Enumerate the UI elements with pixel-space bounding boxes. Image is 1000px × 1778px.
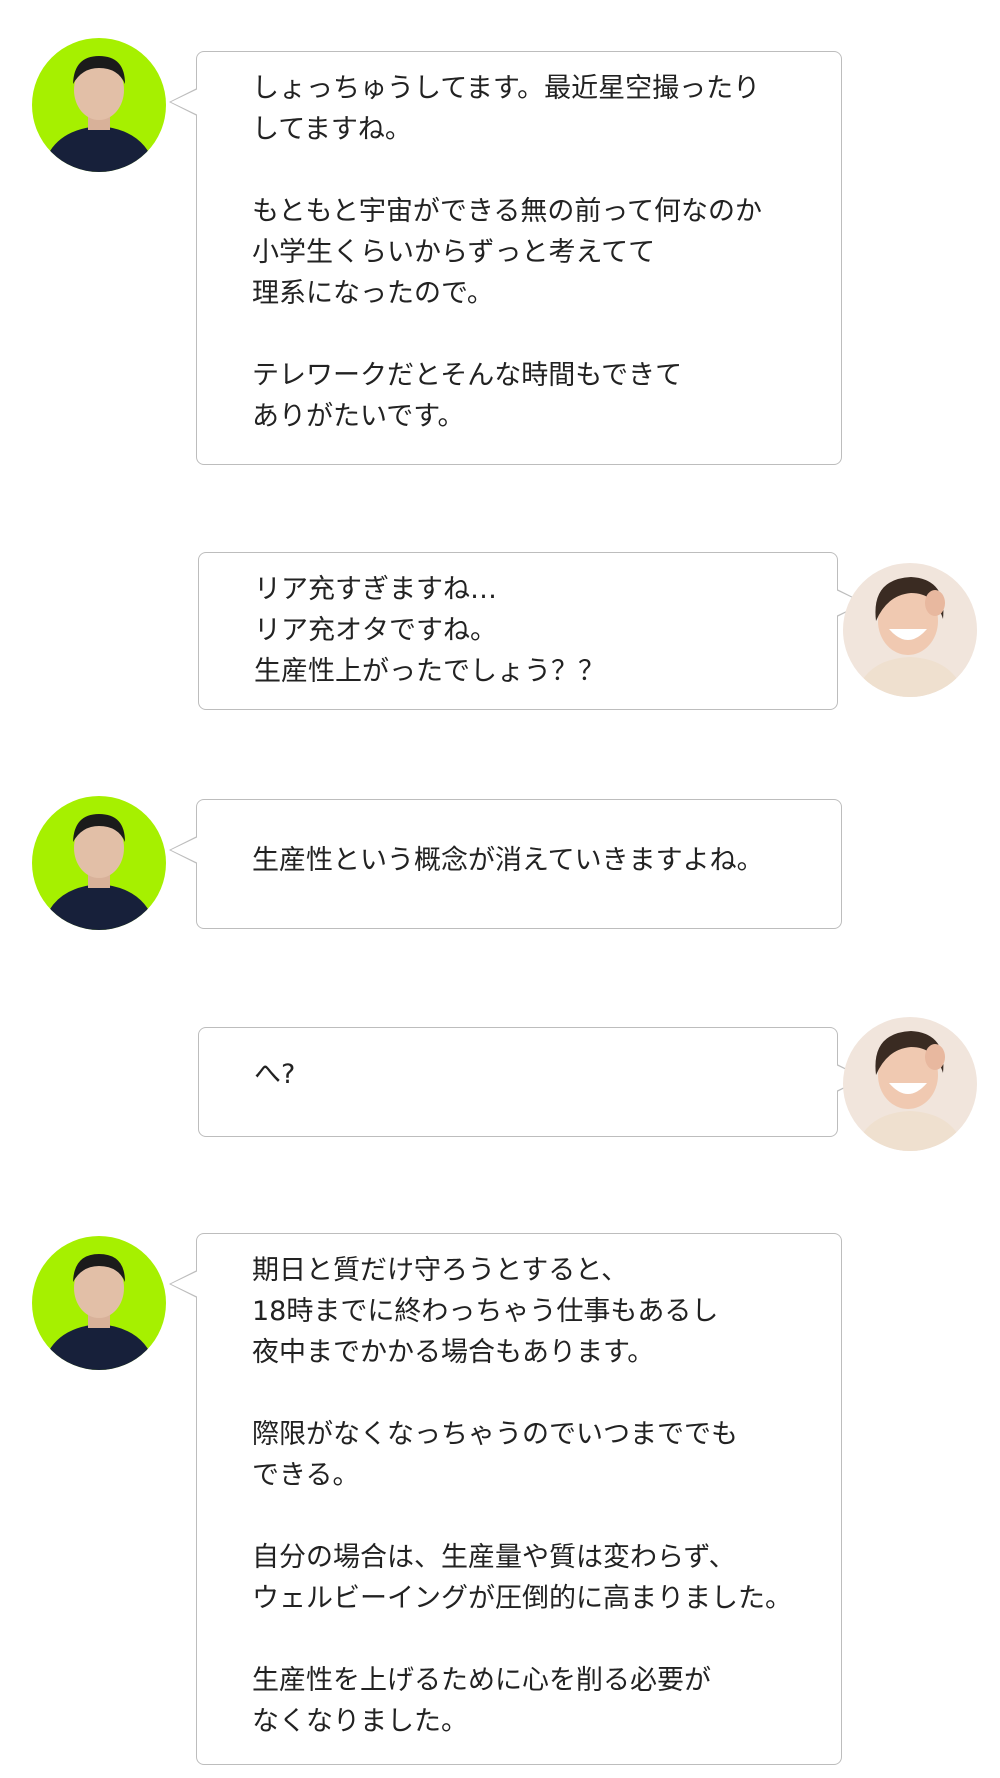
message-bubble-5: 期日と質だけ守ろうとすると、 18時までに終わっちゃう仕事もあるし 夜中までかか… — [169, 1233, 842, 1765]
message-bubble-1: しょっちゅうしてます。最近星空撮ったり してますね。 もともと宇宙ができる無の前… — [169, 51, 842, 465]
message-text: しょっちゅうしてます。最近星空撮ったり してますね。 もともと宇宙ができる無の前… — [252, 73, 763, 432]
message-bubble-4: へ? — [198, 1027, 865, 1137]
man-avatar-icon — [32, 1236, 166, 1370]
male-avatar — [32, 796, 166, 930]
message-bubble-3: 生産性という概念が消えていきますよね。 — [169, 799, 842, 929]
female-avatar — [843, 563, 977, 697]
woman-avatar-icon — [843, 563, 977, 697]
male-avatar — [32, 1236, 166, 1370]
message-text: 生産性という概念が消えていきますよね。 — [252, 845, 764, 876]
message-text: 期日と質だけ守ろうとすると、 18時までに終わっちゃう仕事もあるし 夜中までかか… — [252, 1255, 792, 1737]
male-avatar — [32, 38, 166, 172]
message-text: リア充すぎますね… リア充オタですね。 生産性上がったでしょう？？ — [254, 574, 605, 687]
female-avatar — [843, 1017, 977, 1151]
woman-avatar-icon — [843, 1017, 977, 1151]
message-text: へ? — [254, 1059, 296, 1090]
man-avatar-icon — [32, 38, 166, 172]
message-bubble-2: リア充すぎますね… リア充オタですね。 生産性上がったでしょう？？ — [198, 552, 865, 710]
man-avatar-icon — [32, 796, 166, 930]
